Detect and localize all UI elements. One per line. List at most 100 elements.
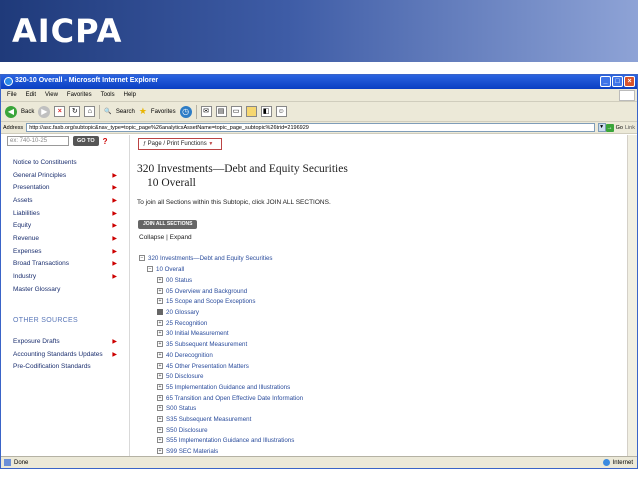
tree-section[interactable]: + S99 SEC Materials <box>157 448 218 456</box>
print-icon[interactable]: ▤ <box>215 106 227 117</box>
toolbar: ◀ Back ▶ × ↻ ⌂ 🔍 Search ★ Favorites ◷ ✉ … <box>1 102 637 122</box>
minimize-button[interactable]: _ <box>600 76 611 87</box>
expand-link[interactable]: Expand <box>170 234 192 241</box>
tree-section[interactable]: +45 Other Presentation Matters <box>157 363 249 370</box>
stop-icon[interactable]: × <box>54 106 66 117</box>
tree-section[interactable]: + S35 Subsequent Measurement <box>157 416 251 423</box>
expand-icon: + <box>157 298 163 305</box>
sidebar-item-asu[interactable]: Accounting Standards Updates ▶ <box>13 351 117 358</box>
tree-section[interactable]: +40 Derecognition <box>157 352 213 359</box>
mail-icon[interactable]: ✉ <box>200 106 212 117</box>
sidebar-item-liabilities[interactable]: Liabilities ▶ <box>13 210 117 217</box>
menu-file[interactable]: File <box>7 92 17 101</box>
forward-arrow-icon[interactable]: ▶ <box>38 105 51 118</box>
chevron-right-icon: ▶ <box>112 261 117 267</box>
tree-root[interactable]: −320 Investments—Debt and Equity Securit… <box>139 255 273 262</box>
tree-section[interactable]: +35 Subsequent Measurement <box>157 341 247 348</box>
star-icon[interactable]: ★ <box>139 106 147 117</box>
tree-section[interactable]: + S55 Implementation Guidance and Illustr… <box>157 437 294 444</box>
tree-section[interactable]: +30 Initial Measurement <box>157 330 229 337</box>
sidebar-item-equity[interactable]: Equity ▶ <box>13 222 117 229</box>
back-arrow-icon[interactable]: ◀ <box>5 105 17 118</box>
go-label: Go <box>615 124 623 131</box>
sidebar-item-revenue[interactable]: Revenue ▶ <box>13 235 117 242</box>
slide-footer <box>0 470 638 478</box>
chevron-down-icon: ▼ <box>208 141 214 147</box>
tree-section[interactable]: +50 Disclosure <box>157 373 204 380</box>
chevron-right-icon: ▶ <box>112 211 117 217</box>
sidebar-item-notice[interactable]: Notice to Constituents <box>13 159 117 166</box>
chevron-right-icon: ▶ <box>112 185 117 191</box>
chevron-right-icon: ▶ <box>112 236 117 242</box>
page-content: ex: 740-10-25 GO TO ? Notice to Constitu… <box>1 135 637 457</box>
menu-tools[interactable]: Tools <box>101 92 115 101</box>
sidebar-item-master-glossary[interactable]: Master Glossary <box>13 286 117 293</box>
menu-edit[interactable]: Edit <box>26 92 36 101</box>
expand-icon: + <box>157 427 163 434</box>
tree-section[interactable]: +00 Status <box>157 277 192 284</box>
help-icon[interactable]: ? <box>103 137 108 146</box>
sidebar-item-industry[interactable]: Industry ▶ <box>13 273 117 280</box>
tree-section[interactable]: + S50 Disclosure <box>157 427 208 434</box>
folder-icon[interactable] <box>245 106 257 117</box>
sidebar-item-assets[interactable]: Assets ▶ <box>13 197 117 204</box>
history-icon[interactable]: ◷ <box>179 105 192 118</box>
home-icon[interactable]: ⌂ <box>84 106 96 117</box>
search-icon[interactable]: 🔍 <box>104 108 111 115</box>
leaf-icon <box>157 309 163 316</box>
search-button[interactable]: Search <box>116 109 135 115</box>
tree-section[interactable]: +25 Recognition <box>157 320 207 327</box>
chevron-right-icon: ▶ <box>112 352 117 358</box>
expand-icon: + <box>157 363 163 370</box>
links-label[interactable]: Link <box>625 125 635 131</box>
refresh-icon[interactable]: ↻ <box>69 106 81 117</box>
messenger-icon[interactable]: ☺ <box>275 106 287 117</box>
tree-section[interactable]: +65 Transition and Open Effective Date I… <box>157 395 303 402</box>
expand-icon: + <box>157 352 163 359</box>
tree-section[interactable]: +55 Implementation Guidance and Illustra… <box>157 384 290 391</box>
menu-view[interactable]: View <box>45 92 58 101</box>
address-dropdown-icon[interactable]: ▼ <box>597 123 606 132</box>
goto-button[interactable]: GO TO <box>73 136 99 146</box>
page-print-dropdown[interactable]: ƒ Page / Print Functions ▼ <box>138 138 222 150</box>
function-icon: ƒ <box>143 141 146 147</box>
join-all-sections-button[interactable]: JOIN ALL SECTIONS <box>138 220 198 229</box>
sidebar-item-presentation[interactable]: Presentation ▶ <box>13 184 117 191</box>
tree-section[interactable]: +15 Scope and Scope Exceptions <box>157 298 255 305</box>
tree-section[interactable]: 20 Glossary <box>157 309 199 316</box>
sidebar-item-exposure-drafts[interactable]: Exposure Drafts ▶ <box>13 338 117 345</box>
toolbar-separator <box>195 104 197 119</box>
tree-section[interactable]: + S00 Status <box>157 405 196 412</box>
close-button[interactable]: × <box>624 76 635 87</box>
page-icon <box>4 459 11 466</box>
globe-icon <box>602 459 610 466</box>
expand-icon: + <box>157 416 163 423</box>
favorites-button[interactable]: Favorites <box>151 109 176 115</box>
tree-subtopic[interactable]: −10 Overall <box>147 266 184 273</box>
edit-icon[interactable]: ▭ <box>230 106 242 117</box>
goto-input[interactable]: ex: 740-10-25 <box>7 136 69 146</box>
sidebar-item-expenses[interactable]: Expenses ▶ <box>13 248 117 255</box>
expand-icon: + <box>157 330 163 337</box>
status-text: Done <box>14 459 29 466</box>
go-button[interactable]: → Go <box>605 123 623 132</box>
ie-icon <box>4 77 13 86</box>
aicpa-banner: AICPA <box>0 0 638 62</box>
collapse-link[interactable]: Collapse <box>139 234 164 241</box>
chevron-right-icon: ▶ <box>112 339 117 345</box>
maximize-button[interactable]: □ <box>612 76 623 87</box>
sidebar-item-pre-codification[interactable]: Pre-Codification Standards <box>13 363 117 370</box>
back-button[interactable]: Back <box>21 109 34 115</box>
vertical-scrollbar[interactable] <box>627 135 637 457</box>
menu-favorites[interactable]: Favorites <box>67 92 92 101</box>
address-input[interactable]: http://asc.fasb.org/subtopic&nav_type=to… <box>26 123 595 132</box>
chevron-right-icon: ▶ <box>112 223 117 229</box>
menu-help[interactable]: Help <box>124 92 136 101</box>
expand-icon: + <box>157 448 163 455</box>
tree-section[interactable]: +05 Overview and Background <box>157 288 247 295</box>
page-print-label: Page / Print Functions <box>147 141 207 147</box>
sidebar-item-broad-transactions[interactable]: Broad Transactions ▶ <box>13 260 117 267</box>
sidebar-item-general-principles[interactable]: General Principles ▶ <box>13 172 117 179</box>
discuss-icon[interactable]: ◧ <box>260 106 272 117</box>
expand-icon: + <box>157 320 163 327</box>
